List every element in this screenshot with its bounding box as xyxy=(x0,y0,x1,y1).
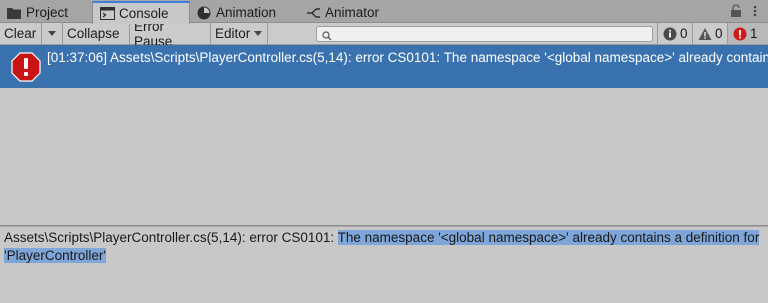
search-input[interactable] xyxy=(335,27,645,41)
console-toolbar: Clear Collapse Error Pause Editor 0 0 1 xyxy=(0,19,768,49)
tab-project[interactable]: Project xyxy=(6,2,86,23)
collapse-toggle[interactable]: Collapse xyxy=(63,23,130,44)
tab-console[interactable]: Console xyxy=(92,1,190,24)
error-count: 1 xyxy=(750,26,758,41)
error-count-toggle[interactable]: 1 xyxy=(727,23,768,44)
folder-icon xyxy=(6,6,22,20)
animator-icon xyxy=(305,6,321,20)
log-detail-panel[interactable]: Assets\Scripts\PlayerController.cs(5,14)… xyxy=(0,227,768,303)
log-entry-selected[interactable]: [01:37:06] Assets\Scripts\PlayerControll… xyxy=(0,45,768,88)
tab-bar: Project Console Animation Animator xyxy=(0,0,768,24)
search-field[interactable] xyxy=(316,26,653,42)
tab-animator-label: Animator xyxy=(325,5,380,20)
search-icon xyxy=(322,29,332,41)
console-icon xyxy=(99,7,115,21)
editor-target-label: Editor xyxy=(215,26,251,41)
lock-icon[interactable] xyxy=(730,4,742,18)
animation-icon xyxy=(196,6,212,20)
tab-animation-label: Animation xyxy=(216,5,277,20)
chevron-down-icon xyxy=(48,31,56,36)
tab-project-label: Project xyxy=(26,5,69,20)
warning-icon xyxy=(698,27,712,41)
tab-animator[interactable]: Animator xyxy=(305,2,405,23)
clear-options-dropdown[interactable] xyxy=(42,23,63,44)
tab-animation[interactable]: Animation xyxy=(196,2,296,23)
error-pause-toggle[interactable]: Error Pause xyxy=(130,19,211,49)
detail-text: Assets\Scripts\PlayerController.cs(5,14)… xyxy=(4,230,338,245)
chevron-down-icon xyxy=(254,31,263,36)
warning-count: 0 xyxy=(715,26,723,41)
info-count: 0 xyxy=(680,26,688,41)
error-icon xyxy=(733,27,747,41)
editor-target-dropdown[interactable]: Editor xyxy=(211,23,268,44)
clear-button[interactable]: Clear xyxy=(0,23,42,44)
log-entry-text: [01:37:06] Assets\Scripts\PlayerControll… xyxy=(47,50,768,65)
info-count-toggle[interactable]: 0 xyxy=(657,23,692,44)
more-options-icon[interactable] xyxy=(749,5,761,17)
warning-count-toggle[interactable]: 0 xyxy=(692,23,727,44)
tab-console-label: Console xyxy=(119,6,169,21)
log-list[interactable]: [01:37:06] Assets\Scripts\PlayerControll… xyxy=(0,45,768,226)
info-icon xyxy=(663,27,677,41)
error-icon xyxy=(11,52,41,82)
